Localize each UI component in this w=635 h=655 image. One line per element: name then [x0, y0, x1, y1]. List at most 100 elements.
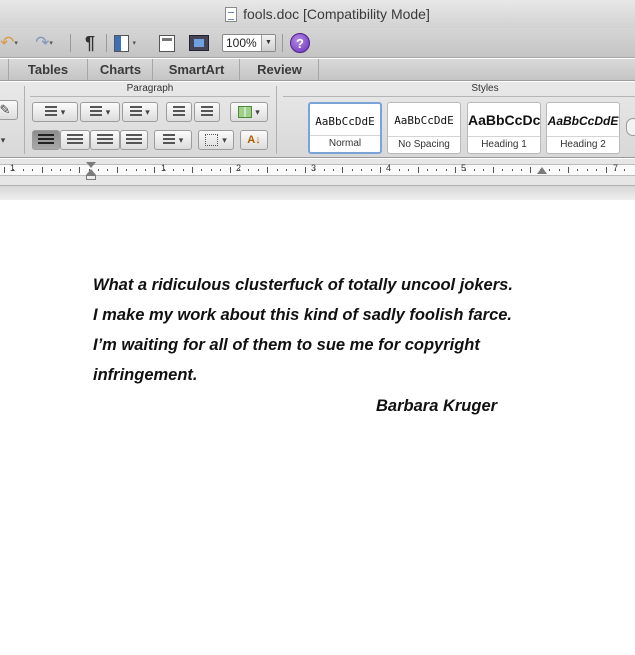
- sidebar-toggle-button[interactable]: ▾: [114, 32, 136, 54]
- ruler-tick: [596, 169, 597, 171]
- style-heading-1[interactable]: AaBbCcDc Heading 1: [467, 102, 541, 154]
- style-sample: AaBbCcDdE: [547, 114, 619, 128]
- show-formatting-button[interactable]: ¶: [80, 32, 100, 54]
- redo-dropdown-caret-icon[interactable]: ▾: [49, 39, 53, 47]
- ruler-tick: [408, 169, 409, 171]
- borders-icon: [205, 134, 219, 146]
- justify-icon: [126, 134, 142, 146]
- ruler-tick: [483, 169, 484, 171]
- tab-smartart[interactable]: SmartArt: [154, 59, 240, 80]
- ruler-tick: [502, 169, 503, 171]
- ruler-tick: [173, 169, 174, 171]
- group-rule: [283, 96, 635, 97]
- ruler-tick: [455, 167, 456, 173]
- sort-az-icon: A↓: [247, 134, 261, 146]
- standard-toolbar: ↶ ▾ ↷ ▾ ¶ ▾ 100% ▼ ?: [0, 28, 635, 58]
- ruler-tick: [79, 167, 80, 173]
- ribbon-tabs: Tables Charts SmartArt Review: [0, 59, 635, 81]
- sort-button[interactable]: A↓: [240, 130, 268, 150]
- style-normal[interactable]: AaBbCcDdE Normal: [308, 102, 382, 154]
- zoom-value: 100%: [226, 36, 257, 50]
- ruler-tick: [342, 167, 343, 173]
- ruler-tick: [305, 167, 306, 173]
- left-indent-icon[interactable]: [86, 175, 96, 180]
- ruler-tick: [493, 167, 494, 173]
- ruler-tick: [107, 169, 108, 171]
- undo-icon: ↶: [0, 33, 15, 52]
- ruler-tick: [126, 169, 127, 171]
- tab-charts[interactable]: Charts: [89, 59, 153, 80]
- first-line-indent-icon[interactable]: [86, 162, 96, 168]
- chevron-down-icon[interactable]: ▼: [261, 35, 275, 51]
- sidebar-icon: [114, 34, 130, 52]
- ruler-number: 4: [386, 163, 392, 173]
- media-browser-button[interactable]: [186, 32, 212, 54]
- help-icon: ?: [290, 33, 310, 53]
- document-line: infringement.: [93, 366, 198, 384]
- toolbar-divider: [106, 34, 107, 52]
- styles-group-label: Styles: [471, 83, 499, 94]
- ruler-tick: [615, 169, 616, 171]
- style-heading-2[interactable]: AaBbCcDdE Heading 2: [546, 102, 620, 154]
- style-no-spacing[interactable]: AaBbCcDdE No Spacing: [387, 102, 461, 154]
- decrease-indent-button[interactable]: [166, 102, 192, 122]
- undo-button[interactable]: ↶ ▾: [0, 32, 22, 54]
- zoom-select[interactable]: 100% ▼: [222, 34, 276, 52]
- group-divider: [24, 86, 25, 154]
- align-center-button[interactable]: [60, 130, 90, 150]
- align-left-icon: [38, 134, 54, 146]
- columns-button[interactable]: ▾: [230, 102, 268, 122]
- undo-dropdown-caret-icon[interactable]: ▾: [14, 39, 18, 47]
- indent-marker[interactable]: [86, 162, 96, 182]
- justify-button[interactable]: [120, 130, 148, 150]
- clear-formatting-button[interactable]: ▾: [0, 130, 14, 150]
- bullets-button[interactable]: ▾: [32, 102, 78, 122]
- ruler-tick: [314, 169, 315, 171]
- multilevel-list-icon: [130, 106, 143, 118]
- toolbox-button[interactable]: [156, 32, 178, 54]
- ruler-number: 3: [311, 163, 317, 173]
- line-spacing-icon: [162, 134, 175, 146]
- ruler-number: 1: [161, 163, 167, 173]
- numbered-list-icon: [89, 106, 102, 118]
- style-name: Heading 2: [547, 136, 619, 153]
- bulleted-list-icon: [44, 106, 57, 118]
- ribbon-panel: ✎ ▾ Paragraph ▾ ▾ ▾ ▾ ▾ ▾ A↓ Styles AaBb…: [0, 82, 635, 158]
- format-painter-button[interactable]: ✎: [0, 100, 18, 120]
- ruler-tick: [42, 167, 43, 173]
- ruler-number: 1: [10, 163, 16, 173]
- styles-scroll-button[interactable]: [626, 118, 635, 136]
- increase-indent-button[interactable]: [194, 102, 220, 122]
- tab-tables[interactable]: Tables: [8, 59, 88, 80]
- align-left-button[interactable]: [32, 130, 60, 150]
- ruler-tick: [530, 167, 531, 173]
- help-button[interactable]: ?: [289, 32, 311, 54]
- ruler-tick: [361, 169, 362, 171]
- redo-button[interactable]: ↷ ▾: [32, 32, 56, 54]
- ruler-tick: [230, 167, 231, 173]
- ruler-tick: [51, 169, 52, 171]
- ruler-tick: [624, 169, 625, 171]
- numbering-button[interactable]: ▾: [80, 102, 120, 122]
- line-spacing-button[interactable]: ▾: [154, 130, 192, 150]
- ruler-tick: [117, 167, 118, 173]
- ruler-tick: [559, 169, 560, 171]
- ruler-number: 5: [461, 163, 467, 173]
- document-line: I make my work about this kind of sadly …: [93, 306, 513, 324]
- ruler-tick: [446, 169, 447, 171]
- tab-review[interactable]: Review: [241, 59, 319, 80]
- ruler-tick: [465, 169, 466, 171]
- chevron-down-icon: ▾: [105, 106, 111, 117]
- borders-button[interactable]: ▾: [198, 130, 234, 150]
- ruler-tick: [145, 169, 146, 171]
- ruler-tick: [427, 169, 428, 171]
- sidebar-dropdown-caret-icon[interactable]: ▾: [132, 39, 136, 47]
- ruler-tick: [577, 169, 578, 171]
- ruler-tick: [418, 167, 419, 173]
- document-page[interactable]: What a ridiculous clusterfuck of totally…: [0, 200, 635, 655]
- right-indent-icon[interactable]: [537, 167, 547, 174]
- toolbar-divider: [282, 34, 283, 52]
- horizontal-ruler[interactable]: 1 1 2 3 4 5 7: [0, 159, 635, 186]
- align-right-button[interactable]: [90, 130, 120, 150]
- multilevel-list-button[interactable]: ▾: [122, 102, 158, 122]
